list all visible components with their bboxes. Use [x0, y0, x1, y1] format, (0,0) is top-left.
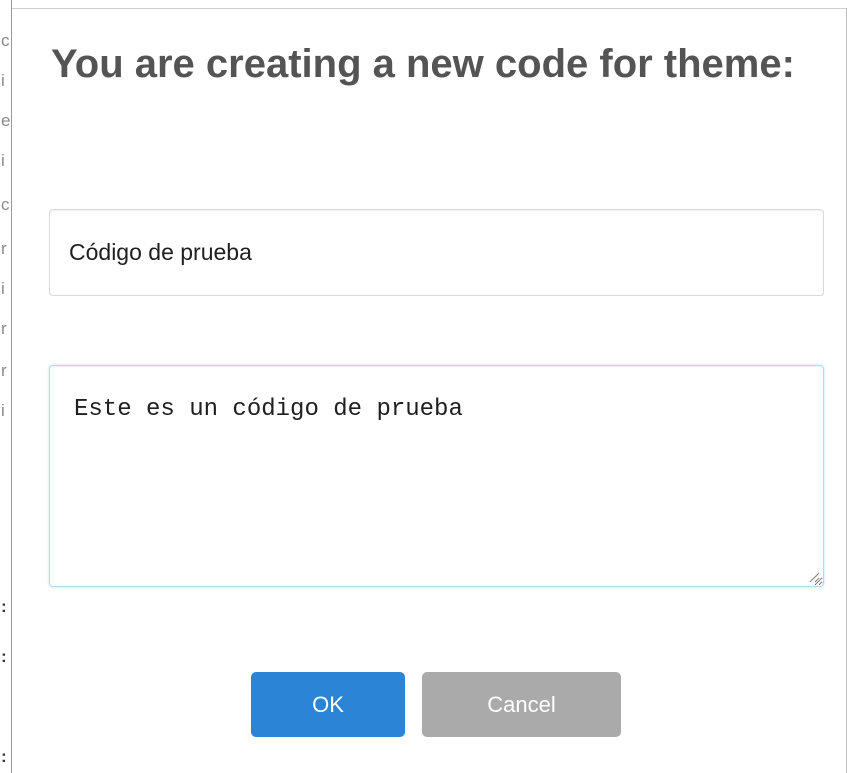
background-page-glyph: :	[1, 747, 7, 766]
background-page-glyph: e	[1, 111, 11, 130]
background-page-glyph: r	[1, 361, 7, 380]
background-page-glyph: i	[1, 279, 5, 298]
code-description-textarea[interactable]: Este es un código de prueba	[49, 365, 824, 587]
background-page-glyph: i	[1, 401, 5, 420]
background-page-glyph: :	[1, 647, 7, 666]
cancel-button[interactable]: Cancel	[422, 672, 621, 737]
background-page-edge: c i e i c r i r r i : : :	[0, 0, 12, 773]
ok-button[interactable]: OK	[251, 672, 405, 737]
background-page-glyph: :	[1, 597, 7, 616]
background-page-glyph: r	[1, 239, 7, 258]
background-page-glyph: r	[1, 319, 7, 338]
background-page-glyph: c	[1, 195, 10, 214]
dialog-title: You are creating a new code for theme:	[51, 42, 795, 86]
code-name-input[interactable]	[49, 209, 824, 296]
background-page-glyph: i	[1, 151, 5, 170]
